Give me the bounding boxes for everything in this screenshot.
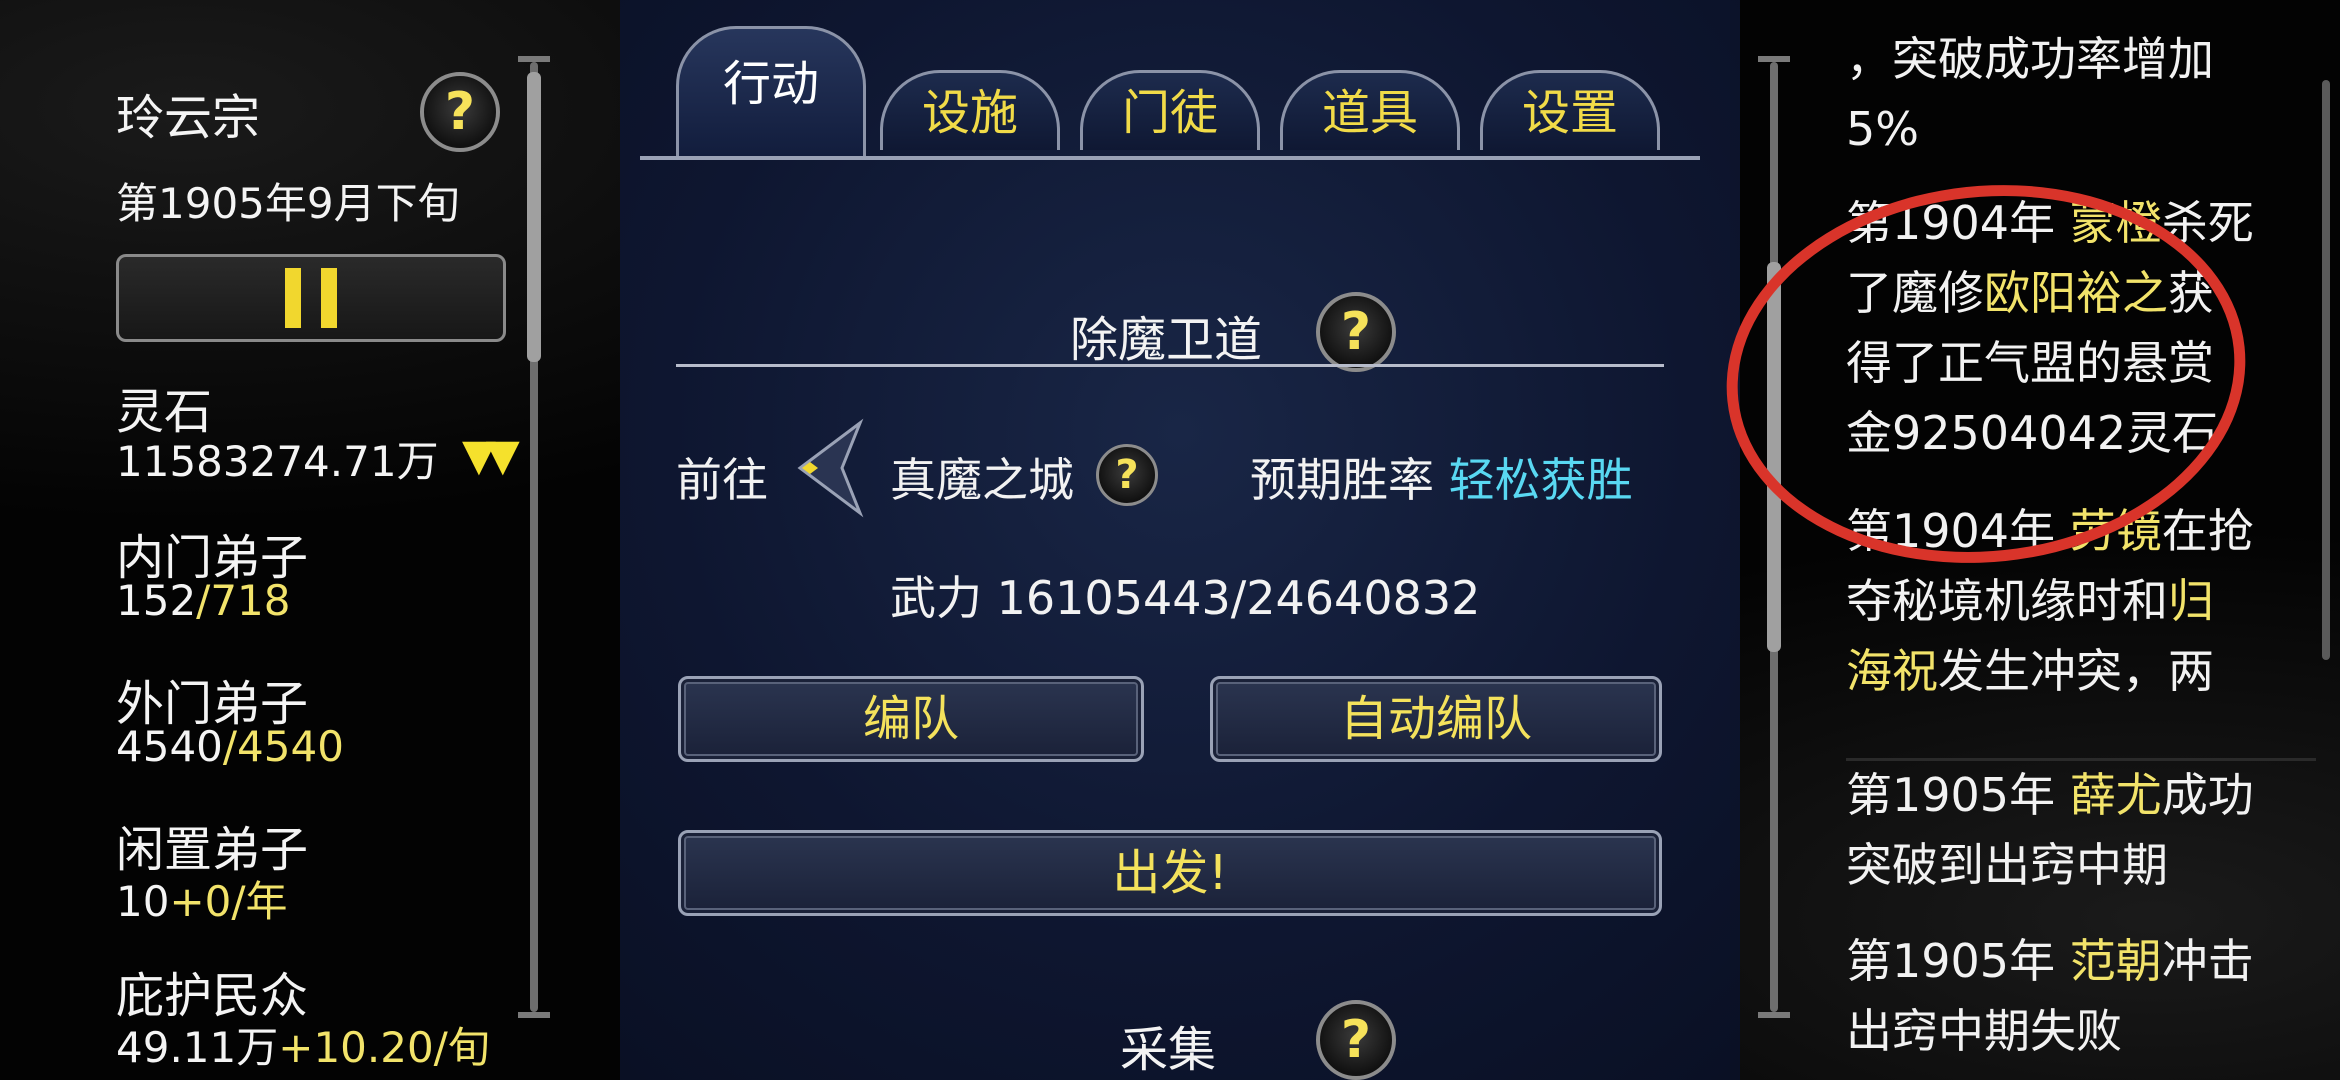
log-line: 第1905年 范朝冲击 — [1846, 934, 2254, 988]
log-line: 突破到出窍中期 — [1846, 838, 2168, 892]
force-stat: 武力 16105443/24640832 — [890, 571, 1481, 625]
win-rate: 预期胜率 轻松获胜 — [1250, 453, 1633, 507]
center-scrollbar[interactable] — [1758, 56, 1790, 1018]
auto-formation-button[interactable]: 自动编队 — [1210, 676, 1662, 762]
left-scrollbar[interactable] — [518, 56, 550, 1018]
gathering-help-icon[interactable]: ? — [1316, 1000, 1396, 1080]
tab-underline — [640, 156, 1700, 160]
tab-settings[interactable]: 设置 — [1480, 70, 1660, 150]
destination-name: 真魔之城 — [890, 453, 1074, 507]
section-title-demon-slaying: 除魔卫道 — [1070, 312, 1263, 368]
goto-label: 前往 — [676, 453, 768, 507]
spirit-stone-trend-icon: ▼▼ — [462, 430, 520, 481]
log-scrollbar[interactable] — [2322, 80, 2330, 660]
log-entry: 第1905年 薛尤成功 突破到出窍中期 — [1846, 760, 2316, 900]
section-divider — [676, 364, 1664, 367]
log-entry: ，突破成功率增加 5% — [1846, 24, 2316, 164]
log-line: ，突破成功率增加 — [1846, 32, 2214, 86]
spirit-stone-value: 11583274.71万 — [116, 437, 439, 486]
current-date: 第1905年9月下旬 — [116, 179, 460, 228]
log-line: 海祝发生冲突，两 — [1846, 644, 2214, 698]
left-scrollbar-thumb[interactable] — [527, 72, 541, 362]
log-line: 夺秘境机缘时和归 — [1846, 574, 2214, 628]
sect-status-panel: 玲云宗 ? 第1905年9月下旬 灵石 11583274.71万 ▼▼ 内门弟子… — [0, 0, 550, 1080]
inner-disciples-value: 152/718 — [116, 576, 291, 625]
main-tabs: 行动 设施 门徒 道具 设置 — [640, 10, 1700, 170]
depart-button[interactable]: 出发! — [678, 830, 1662, 916]
tab-action[interactable]: 行动 — [676, 26, 866, 156]
log-line: 5% — [1846, 102, 1919, 156]
protected-people-value: 49.11万+10.20/旬 — [116, 1023, 490, 1072]
pause-button[interactable] — [116, 254, 506, 342]
log-line: 出窍中期失败 — [1846, 1004, 2122, 1058]
pause-icon-bar-left — [285, 268, 301, 328]
section-help-icon[interactable]: ? — [1316, 292, 1396, 372]
destination-help-icon[interactable]: ? — [1096, 444, 1158, 506]
formation-button[interactable]: 编队 — [678, 676, 1144, 762]
log-entry: 第1905年 范朝冲击 出窍中期失败 — [1846, 926, 2316, 1066]
outer-disciples-value: 4540/4540 — [116, 722, 344, 771]
section-title-gathering: 采集 — [1120, 1022, 1217, 1078]
sect-help-icon[interactable]: ? — [420, 72, 500, 152]
tab-items[interactable]: 道具 — [1280, 70, 1460, 150]
pause-icon-bar-right — [321, 268, 337, 328]
tab-facilities[interactable]: 设施 — [880, 70, 1060, 150]
log-divider — [1846, 758, 2316, 761]
prev-destination-arrow-icon[interactable] — [790, 418, 870, 518]
log-line: 第1905年 薛尤成功 — [1846, 768, 2254, 822]
sect-name: 玲云宗 — [116, 90, 261, 146]
tab-disciples[interactable]: 门徒 — [1080, 70, 1260, 150]
idle-disciples-value: 10+0/年 — [116, 877, 288, 926]
